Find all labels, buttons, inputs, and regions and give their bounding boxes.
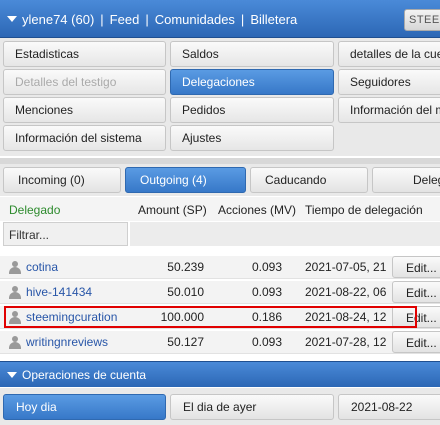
column-delegado[interactable]: Delegado: [9, 203, 60, 217]
tab-delegar[interactable]: Delegar: [372, 167, 440, 193]
nav-separator: |: [240, 12, 245, 27]
operations-header[interactable]: Operaciones de cuenta: [0, 361, 440, 387]
amount-value: 50.239: [167, 260, 204, 274]
delegation-date: 2021-08-22, 06:: [305, 285, 387, 299]
filter-hoy-dia[interactable]: Hoy dia: [3, 394, 166, 420]
mv-value: 0.093: [251, 260, 282, 274]
mv-value: 0.093: [251, 335, 282, 349]
account-link[interactable]: ylene74 (60): [22, 12, 94, 27]
nav-link-feed[interactable]: Feed: [110, 12, 140, 27]
tab-outgoing[interactable]: Outgoing (4): [125, 167, 246, 193]
mv-value: 0.093: [251, 285, 282, 299]
edit-button[interactable]: Edit...: [392, 331, 440, 353]
filter-bar: [130, 222, 440, 246]
menu-saldos[interactable]: Saldos: [170, 41, 334, 67]
tab-incoming[interactable]: Incoming (0): [3, 167, 121, 193]
menu-seguidores[interactable]: Seguidores: [338, 69, 440, 95]
table-header: Delegado Amount (SP) Acciones (MV) Tiemp…: [0, 197, 440, 221]
filter-input[interactable]: Filtrar...: [3, 222, 128, 246]
column-tiempo[interactable]: Tiempo de delegación: [305, 203, 423, 217]
menu-detalles-testigo: Detalles del testigo: [3, 69, 166, 95]
delegatee-link[interactable]: writingnreviews: [26, 335, 108, 349]
menu-detalles-cuenta[interactable]: detalles de la cuenta: [338, 41, 440, 67]
tab-caducando[interactable]: Caducando: [250, 167, 368, 193]
top-navigation-bar: ylene74 (60) | Feed | Comunidades | Billetera …: [0, 0, 440, 38]
filter-fecha[interactable]: 2021-08-22: [338, 394, 440, 420]
delegatee-link[interactable]: hive-141434: [26, 285, 92, 299]
user-icon: [9, 261, 21, 274]
table-row: writingnreviews 50.127 0.093 2021-07-28,…: [0, 331, 440, 354]
column-acciones[interactable]: Acciones (MV): [218, 203, 296, 217]
user-icon: [9, 336, 21, 349]
collapse-triangle-icon[interactable]: [7, 16, 17, 22]
delegation-date: 2021-07-05, 21:: [305, 260, 387, 274]
nav-separator: |: [100, 12, 104, 27]
menu-ajustes[interactable]: Ajustes: [170, 125, 334, 151]
edit-button[interactable]: Edit...: [392, 281, 440, 303]
table-row: cotina 50.239 0.093 2021-07-05, 21: Edit…: [0, 256, 440, 279]
steem-button[interactable]: STEEM: [404, 9, 440, 31]
nav-separator: |: [145, 12, 149, 27]
amount-value: 50.127: [167, 335, 204, 349]
account-menu: Estadisticas Saldos detalles de la cuent…: [0, 38, 440, 156]
delegatee-link[interactable]: cotina: [26, 260, 58, 274]
row-highlight-box: [4, 306, 417, 328]
menu-informacion-mercado[interactable]: Información del mercado: [338, 97, 440, 123]
edit-button[interactable]: Edit...: [392, 256, 440, 278]
delegation-date: 2021-07-28, 12:: [305, 335, 387, 349]
table-row: hive-141434 50.010 0.093 2021-08-22, 06:…: [0, 281, 440, 304]
menu-estadisticas[interactable]: Estadisticas: [3, 41, 166, 67]
menu-menciones[interactable]: Menciones: [3, 97, 166, 123]
menu-informacion-sistema[interactable]: Información del sistema: [3, 125, 166, 151]
filter-ayer[interactable]: El dia de ayer: [170, 394, 334, 420]
menu-delegaciones[interactable]: Delegaciones: [170, 69, 334, 95]
menu-pedidos[interactable]: Pedidos: [170, 97, 334, 123]
column-amount[interactable]: Amount (SP): [138, 203, 207, 217]
amount-value: 50.010: [167, 285, 204, 299]
operations-title: Operaciones de cuenta: [22, 368, 147, 382]
user-icon: [9, 286, 21, 299]
nav-link-comunidades[interactable]: Comunidades: [155, 12, 235, 27]
nav-link-billetera[interactable]: Billetera: [250, 12, 297, 27]
collapse-triangle-icon: [7, 372, 17, 378]
operations-date-filters: Hoy dia El dia de ayer 2021-08-22: [0, 388, 440, 425]
top-nav-links: ylene74 (60) | Feed | Comunidades | Billetera: [22, 12, 297, 27]
delegation-tabs: Incoming (0) Outgoing (4) Caducando Dele…: [0, 164, 440, 196]
